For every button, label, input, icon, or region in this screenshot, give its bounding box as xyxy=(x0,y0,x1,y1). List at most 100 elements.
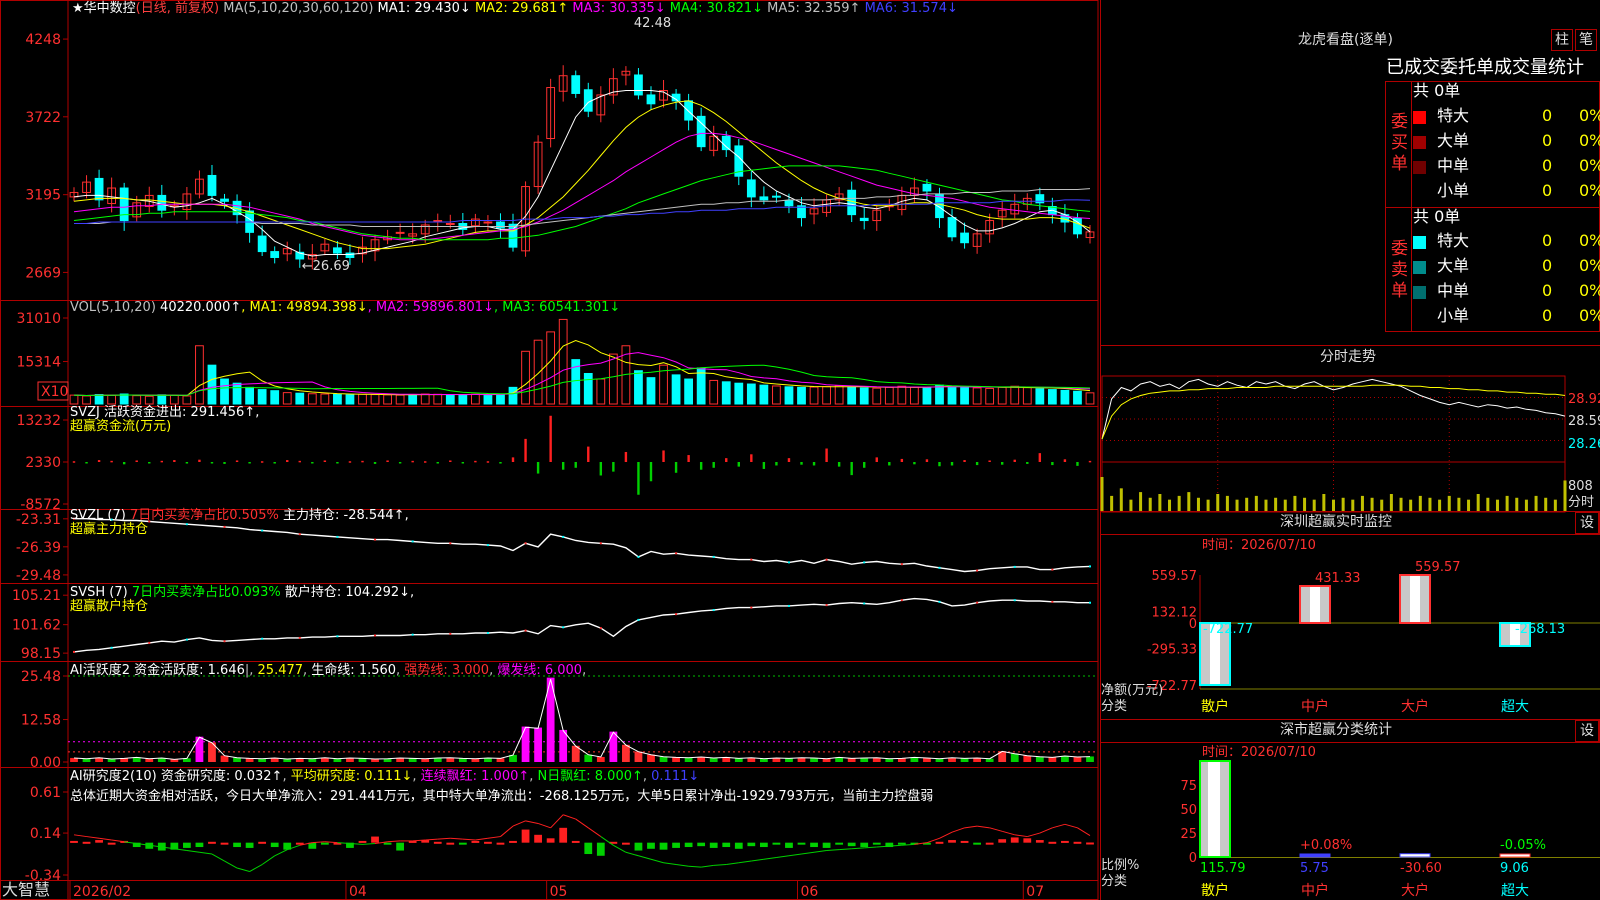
svzj-bar xyxy=(185,462,189,464)
svzl-tick-label: -26.39 xyxy=(16,540,61,556)
ai-research-avg-line xyxy=(73,834,87,838)
volume-bar xyxy=(195,345,204,405)
svsh-line xyxy=(73,597,1090,653)
ai-research-bar xyxy=(797,842,806,845)
monitor-category-label: 散户 xyxy=(1201,698,1229,715)
svzj-bar xyxy=(1063,459,1067,462)
svzl-dot xyxy=(675,552,678,555)
ai-research-avg-line xyxy=(261,855,275,865)
ai-research-avg-line xyxy=(1027,832,1040,838)
ma-header: MA(5,10,20,30,60,120) xyxy=(223,1,374,16)
ai-research-v5: 0.111↓ xyxy=(651,769,700,784)
order-label: 小单 xyxy=(1437,306,1470,325)
ai-research-tick-label: 0.14 xyxy=(30,826,61,842)
volume-bar xyxy=(383,394,392,405)
order-pct: 0% xyxy=(1579,106,1600,125)
intraday-title: 分时走势 xyxy=(1320,349,1376,365)
svzj-bar xyxy=(825,448,828,462)
ai-research-bar xyxy=(471,840,480,843)
x-axis-label: 07 xyxy=(1026,884,1044,900)
ai-research-bar xyxy=(320,842,329,845)
ai-research-avg-line xyxy=(713,864,727,866)
svsh-dot xyxy=(712,609,715,612)
volume-bar xyxy=(132,395,142,405)
tick-mode-button[interactable]: 笔 xyxy=(1575,29,1597,51)
ai-research-avg-line xyxy=(537,822,551,829)
svzl-title: SVZL (7) xyxy=(70,508,130,523)
volume-bar xyxy=(1010,385,1020,405)
svzj-bar xyxy=(135,460,138,462)
volume-bar xyxy=(1073,390,1082,405)
svzj-bar xyxy=(1013,459,1016,462)
svzj-bar xyxy=(235,460,239,462)
volume-bar xyxy=(333,393,342,405)
volume-bar xyxy=(684,378,694,405)
ai-research-avg-line xyxy=(851,847,865,850)
sz-monitor-settings-button[interactable]: 设 xyxy=(1575,512,1599,534)
volume-bar xyxy=(985,387,995,405)
ai-research-avg-line xyxy=(512,820,526,827)
svzj-bar xyxy=(511,457,515,462)
high-marker-label: 42.48 xyxy=(634,16,671,31)
svzj-bar xyxy=(323,460,327,462)
ai-active-v4: 3.000 xyxy=(451,663,490,678)
svzj-bar xyxy=(624,451,628,462)
ai-research-avg-line xyxy=(864,846,877,849)
buy-total: 共 0单 xyxy=(1413,81,1461,100)
ai-research-bar xyxy=(622,842,630,845)
svzj-bar xyxy=(787,458,791,462)
svsh-dot xyxy=(637,618,640,621)
volume-bar xyxy=(408,394,418,405)
svsh-dot xyxy=(486,632,489,635)
ai-research-avg-line xyxy=(801,851,815,855)
volume-bar xyxy=(182,395,192,405)
volume-value: 40220.000↑ xyxy=(160,300,242,315)
svzl-dot xyxy=(976,569,979,572)
volume-ma-values: , MA1: 49894.398↓, MA2: 59896.801↓, MA3:… xyxy=(241,300,620,315)
volume-bar xyxy=(257,389,267,405)
sz-class-settings-button[interactable]: 设 xyxy=(1575,720,1599,742)
ai-research-avg-line xyxy=(575,818,589,829)
svzj-bar xyxy=(386,460,389,462)
svzj-bar xyxy=(612,462,615,472)
volume-ma-value: , MA2: 59896.801↓ xyxy=(367,300,494,315)
svzl-dot xyxy=(1051,568,1054,571)
svzl-dot xyxy=(185,523,188,526)
svzj-bar xyxy=(875,457,878,462)
svzl-dot xyxy=(336,535,339,538)
ai-research-bar xyxy=(484,841,492,844)
svzl-value: -28.544↑, xyxy=(343,508,409,523)
candle xyxy=(922,183,932,192)
ai-research-avg-line xyxy=(701,864,714,868)
volume-bar xyxy=(558,318,568,405)
svzl-dot xyxy=(261,529,264,532)
volume-bar xyxy=(220,378,229,405)
candle xyxy=(784,200,794,207)
svzl-line xyxy=(74,518,1091,573)
bar-mode-button[interactable]: 柱 xyxy=(1551,29,1573,51)
svzl-dot xyxy=(599,542,602,545)
ai-research-bar xyxy=(82,841,91,844)
svzl-dot xyxy=(637,555,640,558)
sz-monitor-axis-label: 净额(万元) xyxy=(1101,683,1164,698)
volume-bar xyxy=(82,395,91,405)
ai-active-header: AI活跃度2 资金活跃度: 1.646|, 25.477, 生命线: 1.560… xyxy=(70,663,587,678)
volume-bar xyxy=(169,394,179,405)
order-color-swatch xyxy=(1413,136,1426,149)
volume-bar xyxy=(107,394,117,405)
sell-total: 共 0单 xyxy=(1413,207,1461,226)
star-icon: ★ xyxy=(72,1,84,16)
ai-research-bar xyxy=(546,838,555,843)
ai-research-avg-line xyxy=(1064,823,1078,829)
volume-bar xyxy=(772,385,781,405)
candle xyxy=(721,135,731,151)
class-bar xyxy=(1299,853,1331,858)
svzl-dot xyxy=(900,563,903,566)
svzj-bar xyxy=(699,462,703,470)
ai-research-avg-line xyxy=(199,851,213,855)
ai-research-avg-line xyxy=(788,853,802,857)
candle xyxy=(960,232,969,244)
svzj-bar xyxy=(198,459,201,462)
svzj-bar xyxy=(750,454,753,462)
svzj-bar xyxy=(674,462,678,473)
